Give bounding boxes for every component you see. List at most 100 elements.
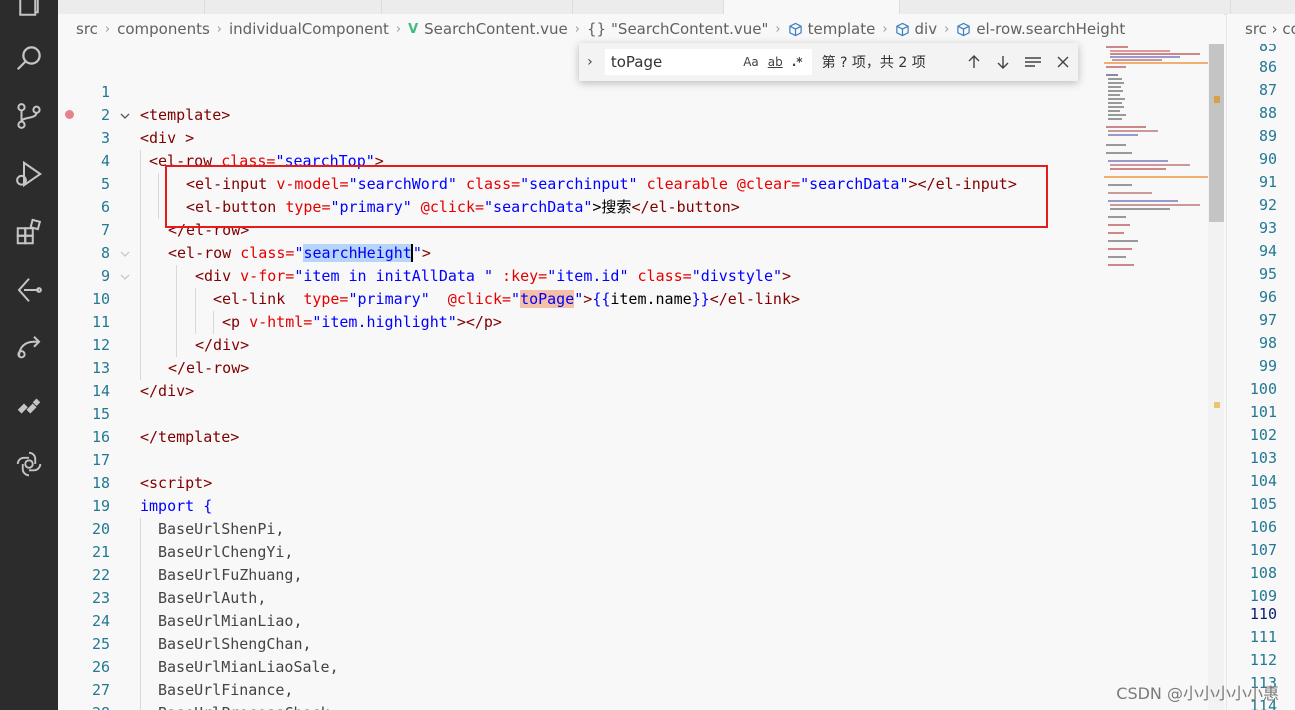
token: <div > bbox=[140, 129, 195, 147]
line-number: 105 bbox=[1249, 495, 1277, 513]
line-number: 18 bbox=[91, 474, 110, 492]
breadcrumb-module[interactable]: "SearchContent.vue" bbox=[611, 20, 768, 38]
code-line: <el-link type="primary" @click="toPage">… bbox=[213, 288, 800, 311]
find-match-highlight: toPage bbox=[520, 290, 575, 308]
line-number: 21 bbox=[91, 543, 110, 561]
line-number: 93 bbox=[1258, 219, 1277, 237]
minimap-line bbox=[1110, 50, 1170, 52]
use-regex-button[interactable]: .* bbox=[792, 55, 803, 69]
remote-icon[interactable] bbox=[13, 332, 45, 364]
line-number: 99 bbox=[1258, 357, 1277, 375]
right-pane-breadcrumb[interactable]: src › co bbox=[1226, 14, 1295, 44]
token: <p bbox=[222, 313, 250, 331]
code-line: </template> bbox=[140, 426, 239, 449]
text-cursor: " bbox=[410, 244, 422, 262]
next-match-button[interactable] bbox=[989, 54, 1019, 70]
match-whole-word-button[interactable]: ab bbox=[768, 55, 783, 69]
line-number: 112 bbox=[1249, 651, 1277, 669]
code-line: <el-row class="searchHeight"> bbox=[168, 242, 431, 265]
line-number: 2 bbox=[100, 106, 110, 124]
toggle-replace-chevron-icon[interactable]: › bbox=[579, 54, 601, 70]
search-icon[interactable] bbox=[13, 42, 45, 74]
tab-2[interactable] bbox=[205, 0, 382, 14]
breadcrumb-file[interactable]: SearchContent.vue bbox=[424, 20, 568, 38]
line-number: 7 bbox=[100, 221, 110, 239]
line-number: 108 bbox=[1249, 564, 1277, 582]
minimap-line bbox=[1108, 232, 1124, 234]
chevron-right-icon: › bbox=[104, 21, 111, 37]
minimap-line bbox=[1108, 224, 1130, 226]
tasks-icon[interactable] bbox=[13, 390, 45, 422]
line-number: 107 bbox=[1249, 541, 1277, 559]
arrow-down-icon bbox=[997, 56, 1009, 69]
line-number: 19 bbox=[91, 497, 110, 515]
minimap-line bbox=[1108, 192, 1152, 194]
fold-chevron-icon[interactable] bbox=[118, 104, 132, 127]
gitlens-icon[interactable] bbox=[13, 274, 45, 306]
line-number: 16 bbox=[91, 428, 110, 446]
breadcrumb-el-row[interactable]: el-row.searchHeight bbox=[976, 20, 1125, 38]
minimap-line bbox=[1110, 204, 1200, 206]
indent-guide bbox=[176, 265, 177, 357]
find-input[interactable]: toPage bbox=[605, 53, 743, 71]
tab-active[interactable] bbox=[724, 0, 900, 14]
minimap[interactable] bbox=[1104, 44, 1208, 710]
breadcrumb-div[interactable]: div bbox=[915, 20, 938, 38]
code-editor[interactable]: 1 2 3 4 5 6 7 8 9 10 11 12 13 14 15 16 1… bbox=[58, 44, 1224, 710]
openai-icon[interactable] bbox=[13, 448, 45, 480]
line-number: 96 bbox=[1258, 288, 1277, 306]
explorer-icon[interactable] bbox=[13, 0, 45, 22]
breadcrumb-src[interactable]: src bbox=[76, 20, 98, 38]
code-line: <div > bbox=[140, 127, 194, 150]
extensions-icon[interactable] bbox=[13, 216, 45, 248]
minimap-line bbox=[1106, 66, 1126, 68]
chevron-right-icon: › bbox=[882, 21, 888, 37]
minimap-line bbox=[1108, 160, 1168, 162]
code-line: BaseUrlFinance, bbox=[158, 681, 294, 699]
token: "item in initAllData " bbox=[294, 267, 494, 285]
minimap-line bbox=[1104, 62, 1208, 64]
close-find-button[interactable] bbox=[1048, 55, 1078, 69]
token: > bbox=[421, 244, 431, 262]
tab-strip-empty bbox=[900, 0, 1231, 14]
find-input-box[interactable]: toPage Aa ab .* bbox=[604, 49, 812, 75]
minimap-line bbox=[1108, 130, 1158, 132]
annotation-highlight-box bbox=[165, 165, 1048, 228]
indent-guide bbox=[140, 150, 141, 380]
line-number: 86 bbox=[1258, 58, 1277, 76]
source-control-icon[interactable] bbox=[13, 100, 45, 132]
token: <div bbox=[195, 267, 241, 285]
line-number: 9 bbox=[100, 267, 110, 285]
fold-chevron-icon[interactable] bbox=[118, 265, 132, 288]
minimap-line bbox=[1112, 59, 1162, 61]
breadcrumb-components[interactable]: components bbox=[117, 20, 210, 38]
selection-highlight: searchHeight bbox=[303, 244, 412, 262]
close-icon bbox=[1057, 56, 1069, 68]
line-number: 94 bbox=[1258, 242, 1277, 260]
previous-match-button[interactable] bbox=[959, 54, 989, 70]
minimap-line bbox=[1108, 240, 1138, 242]
token: </div> bbox=[140, 382, 195, 400]
fold-chevron-icon[interactable] bbox=[118, 242, 132, 265]
minimap-line bbox=[1104, 176, 1208, 178]
braces-icon: {} bbox=[586, 20, 607, 38]
run-debug-icon[interactable] bbox=[13, 158, 45, 190]
breadcrumb-template[interactable]: template bbox=[808, 20, 876, 38]
minimap-line bbox=[1108, 200, 1178, 202]
token: v-html= bbox=[249, 313, 313, 331]
minimap-line bbox=[1106, 46, 1128, 48]
minimap-line bbox=[1108, 256, 1126, 258]
line-number: 24 bbox=[91, 612, 110, 630]
line-number: 23 bbox=[91, 589, 110, 607]
find-in-selection-button[interactable] bbox=[1018, 54, 1048, 70]
token: </div> bbox=[195, 336, 250, 354]
tab-4[interactable] bbox=[573, 0, 724, 14]
match-case-button[interactable]: Aa bbox=[743, 55, 759, 69]
right-editor-pane[interactable]: 85 86 87 88 89 90 91 92 93 94 95 96 97 9… bbox=[1226, 44, 1295, 710]
minimap-line bbox=[1106, 144, 1126, 146]
vertical-scrollbar-thumb[interactable] bbox=[1209, 44, 1224, 222]
breadcrumb-individual-component[interactable]: individualComponent bbox=[229, 20, 389, 38]
tab-1[interactable] bbox=[58, 0, 205, 14]
tab-3[interactable] bbox=[382, 0, 573, 14]
line-number: 102 bbox=[1249, 426, 1277, 444]
